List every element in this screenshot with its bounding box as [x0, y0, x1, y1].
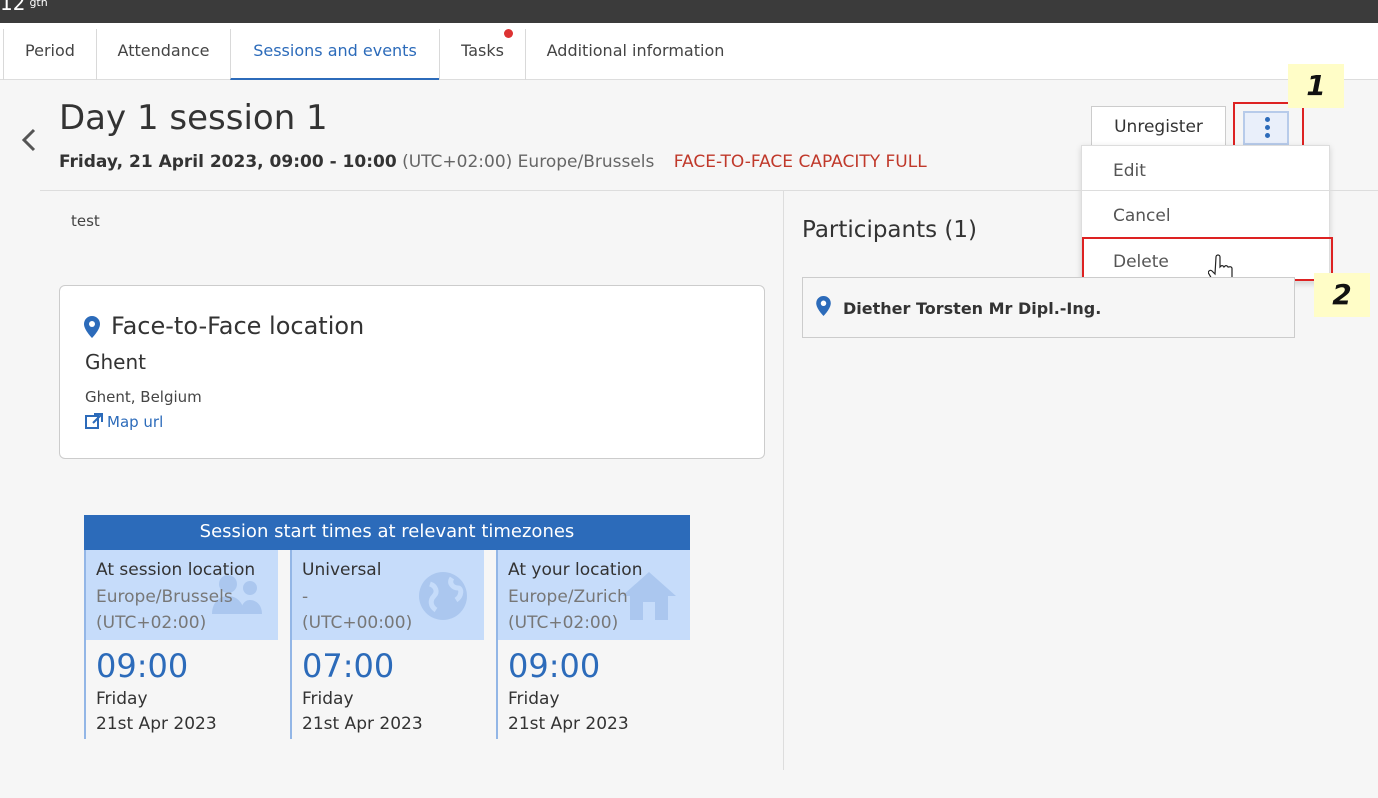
tab-bar: Period Attendance Sessions and events Ta…	[0, 23, 1378, 80]
back-chevron-icon[interactable]	[20, 128, 40, 152]
timezone-time: 09:00	[96, 647, 189, 685]
timezone-label: At session location	[96, 560, 256, 580]
unregister-button[interactable]: Unregister	[1091, 106, 1226, 148]
timezone-table-heading: Session start times at relevant timezone…	[84, 515, 690, 550]
timezone-day: Friday	[96, 689, 148, 709]
session-subtitle: Friday, 21 April 2023, 09:00 - 10:00 (UT…	[59, 152, 927, 172]
tab-sessions-and-events[interactable]: Sessions and events	[230, 29, 439, 80]
location-heading: Face-to-Face location	[111, 312, 365, 340]
timezone-offset: (UTC+00:00)	[302, 613, 413, 633]
column-divider	[783, 190, 784, 770]
timezone-column-universal: Universal - (UTC+00:00) 07:00 Friday 21s…	[290, 550, 484, 739]
location-city: Ghent	[85, 350, 146, 374]
menu-item-cancel[interactable]: Cancel	[1113, 206, 1171, 226]
annotation-note-2: 2	[1314, 273, 1370, 317]
timezone-day: Friday	[508, 689, 560, 709]
location-address: Ghent, Belgium	[85, 388, 202, 406]
map-pin-icon	[84, 316, 100, 338]
map-url-text: Map url	[107, 413, 164, 431]
timezone-day: Friday	[302, 689, 354, 709]
session-datetime: Friday, 21 April 2023, 09:00 - 10:00	[59, 152, 397, 172]
top-bar: 12 gth	[0, 0, 1378, 23]
globe-icon	[414, 570, 472, 622]
header-divider	[40, 190, 1378, 191]
timezone-offset: (UTC+02:00)	[508, 613, 619, 633]
timezone-zone: -	[302, 587, 309, 607]
timezone-zone: Europe/Zurich	[508, 587, 628, 607]
timezone-label: Universal	[302, 560, 382, 580]
session-timezone: (UTC+02:00) Europe/Brussels	[402, 152, 655, 172]
top-bar-crumb-text: 12	[0, 0, 26, 15]
timezone-time: 09:00	[508, 647, 601, 685]
session-description: test	[71, 212, 100, 230]
notification-dot	[504, 29, 513, 38]
timezone-date: 21st Apr 2023	[96, 714, 217, 734]
timezone-label: At your location	[508, 560, 643, 580]
top-bar-crumb-sup: gth	[29, 0, 48, 9]
timezone-date: 21st Apr 2023	[302, 714, 423, 734]
tab-period[interactable]: Period	[3, 29, 96, 80]
tab-label: Tasks	[461, 41, 504, 60]
tab-label: Period	[25, 41, 75, 60]
menu-item-edit[interactable]: Edit	[1113, 161, 1146, 181]
annotation-note-1: 1	[1288, 64, 1344, 108]
timezone-zone: Europe/Brussels	[96, 587, 233, 607]
map-pin-icon	[816, 296, 831, 316]
participants-title: Participants (1)	[802, 217, 977, 243]
highlight-box-1	[1233, 102, 1304, 150]
tab-label: Attendance	[117, 41, 210, 60]
timezone-table: Session start times at relevant timezone…	[84, 515, 690, 739]
tab-tasks[interactable]: Tasks	[439, 29, 525, 80]
location-card: Face-to-Face location Ghent Ghent, Belgi…	[59, 285, 765, 459]
page-title: Day 1 session 1	[59, 98, 328, 138]
capacity-status-badge: FACE-TO-FACE CAPACITY FULL	[673, 152, 927, 172]
tab-label: Sessions and events	[253, 41, 417, 60]
tab-label: Additional information	[546, 41, 725, 60]
map-url-link[interactable]: Map url	[85, 413, 163, 431]
tab-additional-information[interactable]: Additional information	[525, 29, 745, 80]
timezone-time: 07:00	[302, 647, 395, 685]
timezone-column-your-location: At your location Europe/Zurich (UTC+02:0…	[496, 550, 690, 739]
external-link-icon	[85, 413, 103, 429]
timezone-date: 21st Apr 2023	[508, 714, 629, 734]
tab-attendance[interactable]: Attendance	[96, 29, 230, 80]
participant-list-item[interactable]: Diether Torsten Mr Dipl.-Ing.	[802, 277, 1295, 338]
timezone-offset: (UTC+02:00)	[96, 613, 207, 633]
top-bar-crumb: 12 gth	[0, 0, 48, 13]
participant-name: Diether Torsten Mr Dipl.-Ing.	[843, 299, 1102, 318]
timezone-column-session: At session location Europe/Brussels (UTC…	[84, 550, 278, 739]
